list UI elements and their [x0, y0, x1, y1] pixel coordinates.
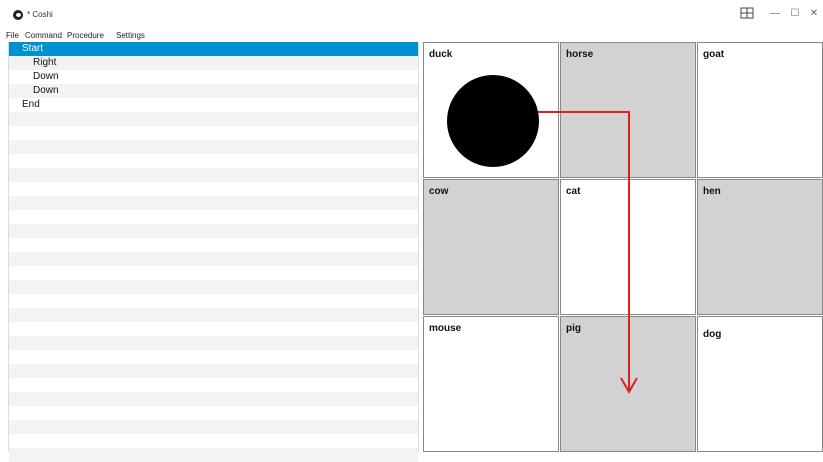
- editor-row: [9, 182, 418, 196]
- editor-row: [9, 364, 418, 378]
- program-line-end[interactable]: End: [22, 98, 40, 112]
- editor-row: [9, 448, 418, 462]
- program-line-right[interactable]: Right: [33, 56, 56, 70]
- editor-row: [9, 210, 418, 224]
- editor-row: [9, 266, 418, 280]
- editor-row: [9, 378, 418, 392]
- selected-line-highlight: [9, 42, 418, 56]
- editor-row: [9, 154, 418, 168]
- program-editor[interactable]: Start Right Down Down End: [8, 42, 419, 462]
- menu-settings[interactable]: Settings: [116, 31, 145, 40]
- menu-procedure[interactable]: Procedure: [67, 31, 104, 40]
- animal-grid: duck horse goat cow cat hen mouse pig do…: [423, 42, 823, 452]
- editor-row: [9, 112, 418, 126]
- program-line-down[interactable]: Down: [33, 70, 59, 84]
- editor-row: [9, 84, 418, 98]
- program-line-start[interactable]: Start: [22, 42, 43, 56]
- editor-row: [9, 350, 418, 364]
- editor-row: [9, 196, 418, 210]
- editor-row: [9, 406, 418, 420]
- editor-row: [9, 98, 418, 112]
- robot-path: [538, 111, 638, 395]
- editor-row: [9, 168, 418, 182]
- title-bar: * Coshi — ☐ ✕: [0, 0, 823, 30]
- editor-row: [9, 420, 418, 434]
- app-logo-icon: [13, 10, 23, 20]
- editor-row: [9, 280, 418, 294]
- editor-row: [9, 238, 418, 252]
- editor-row: [9, 126, 418, 140]
- close-icon[interactable]: ✕: [805, 4, 823, 22]
- editor-row: [9, 434, 418, 448]
- path-line: [538, 111, 630, 390]
- menu-file[interactable]: File: [6, 31, 19, 40]
- editor-row: [9, 336, 418, 350]
- editor-row: [9, 392, 418, 406]
- editor-row: [9, 56, 418, 70]
- editor-row: [9, 140, 418, 154]
- program-line-down[interactable]: Down: [33, 84, 59, 98]
- menu-command[interactable]: Command: [25, 31, 62, 40]
- menu-bar: File Command Procedure Settings: [0, 30, 823, 42]
- editor-row: [9, 70, 418, 84]
- editor-row: [9, 294, 418, 308]
- editor-row: [9, 322, 418, 336]
- editor-row: [9, 308, 418, 322]
- app-title: * Coshi: [27, 10, 53, 19]
- layout-icon[interactable]: [733, 4, 761, 22]
- editor-row: [9, 224, 418, 238]
- editor-row: [9, 252, 418, 266]
